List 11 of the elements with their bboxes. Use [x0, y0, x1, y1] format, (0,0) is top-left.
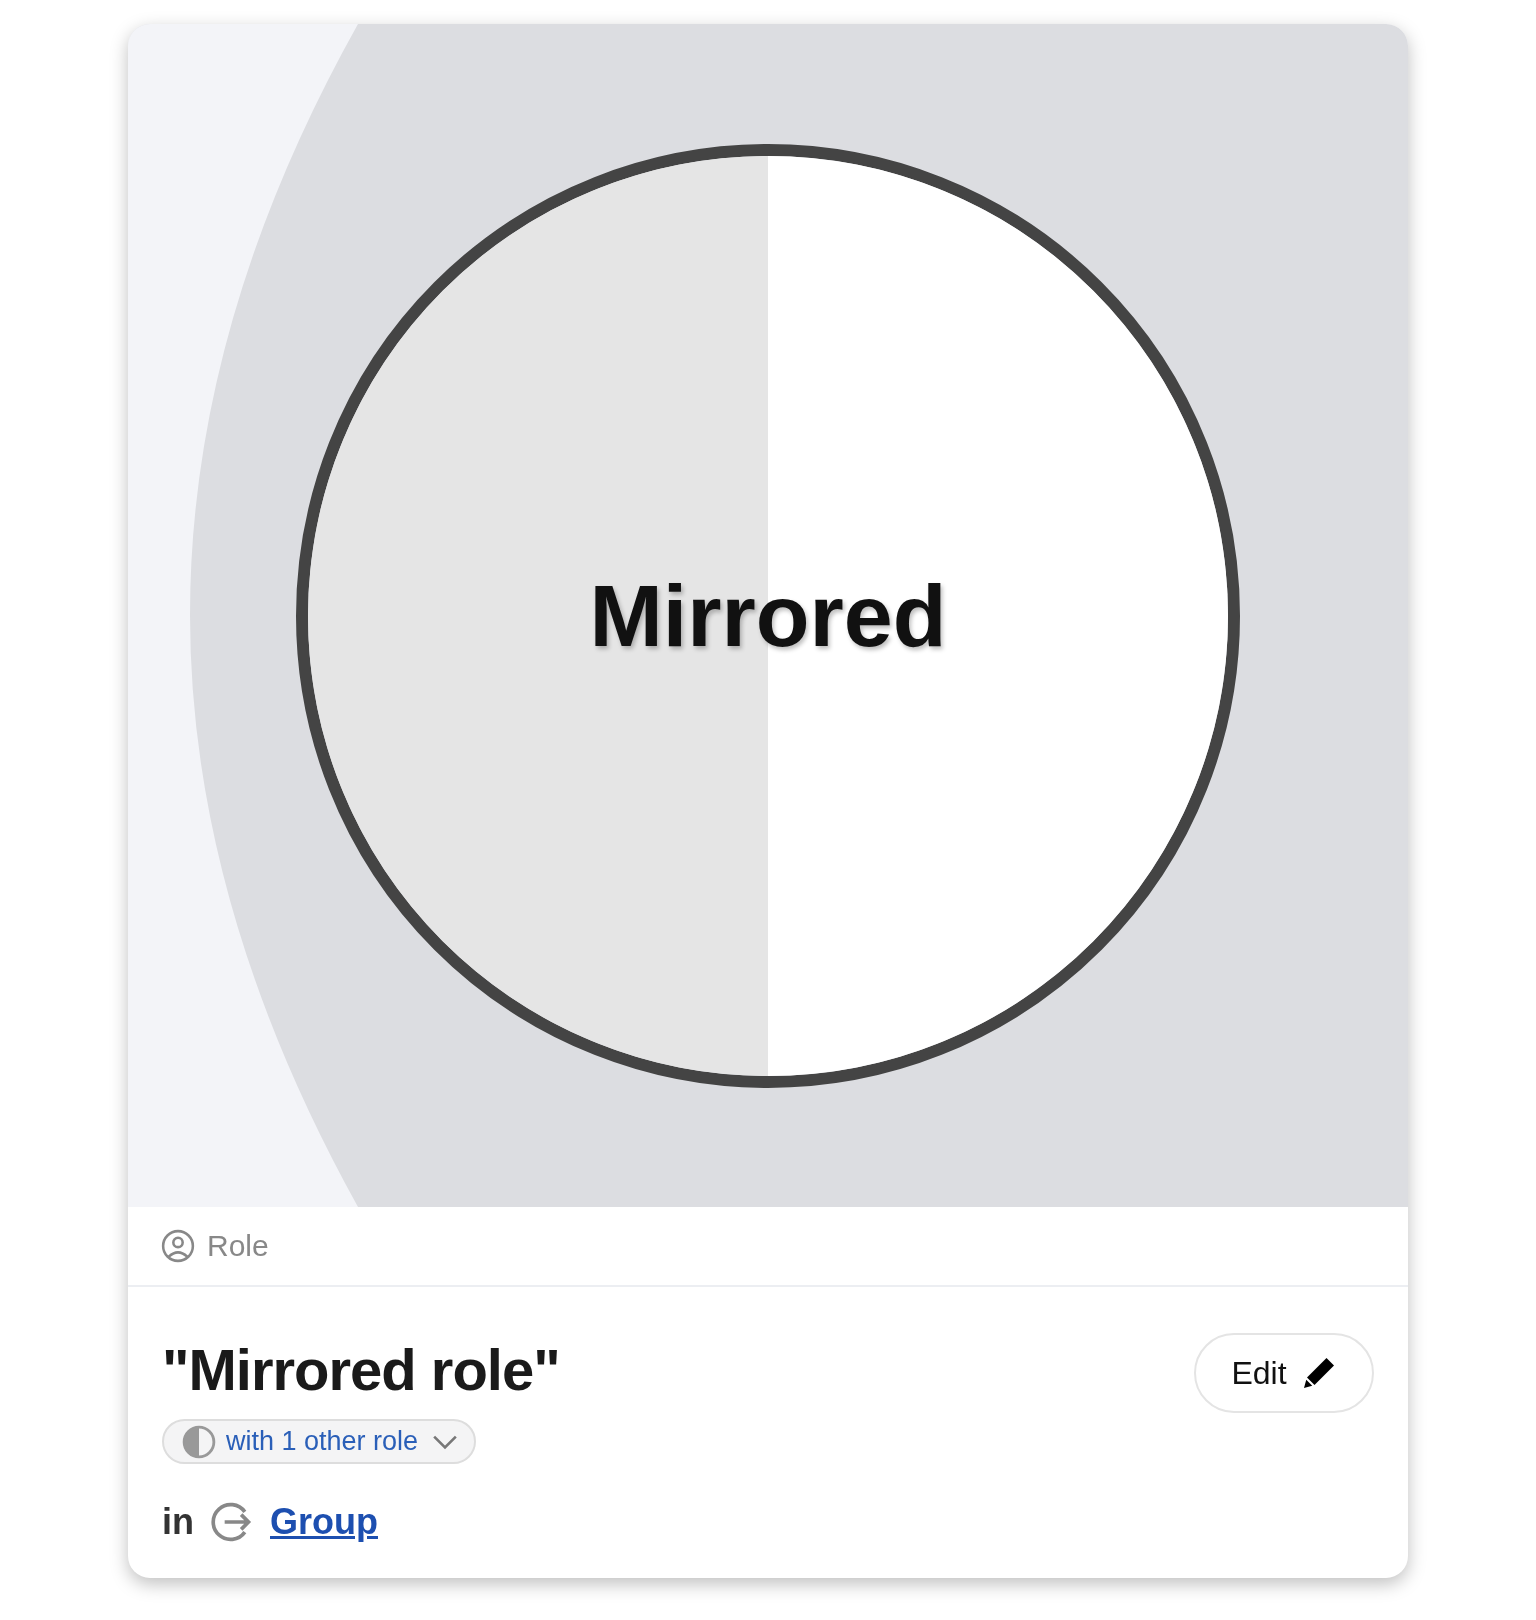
chevron-down-icon: [432, 1433, 459, 1450]
related-roles-dropdown[interactable]: with 1 other role: [162, 1419, 477, 1464]
edit-button[interactable]: Edit: [1194, 1333, 1374, 1413]
location-prefix: in: [162, 1501, 194, 1543]
badge-label: Mirrored: [589, 564, 947, 667]
arrow-circle-icon: [210, 1500, 254, 1544]
group-link[interactable]: Group: [270, 1501, 378, 1543]
role-title: "Mirrored role": [162, 1335, 560, 1403]
user-circle-icon: [161, 1229, 195, 1263]
half-circle-icon: [182, 1424, 216, 1459]
type-label: Role: [207, 1229, 269, 1263]
